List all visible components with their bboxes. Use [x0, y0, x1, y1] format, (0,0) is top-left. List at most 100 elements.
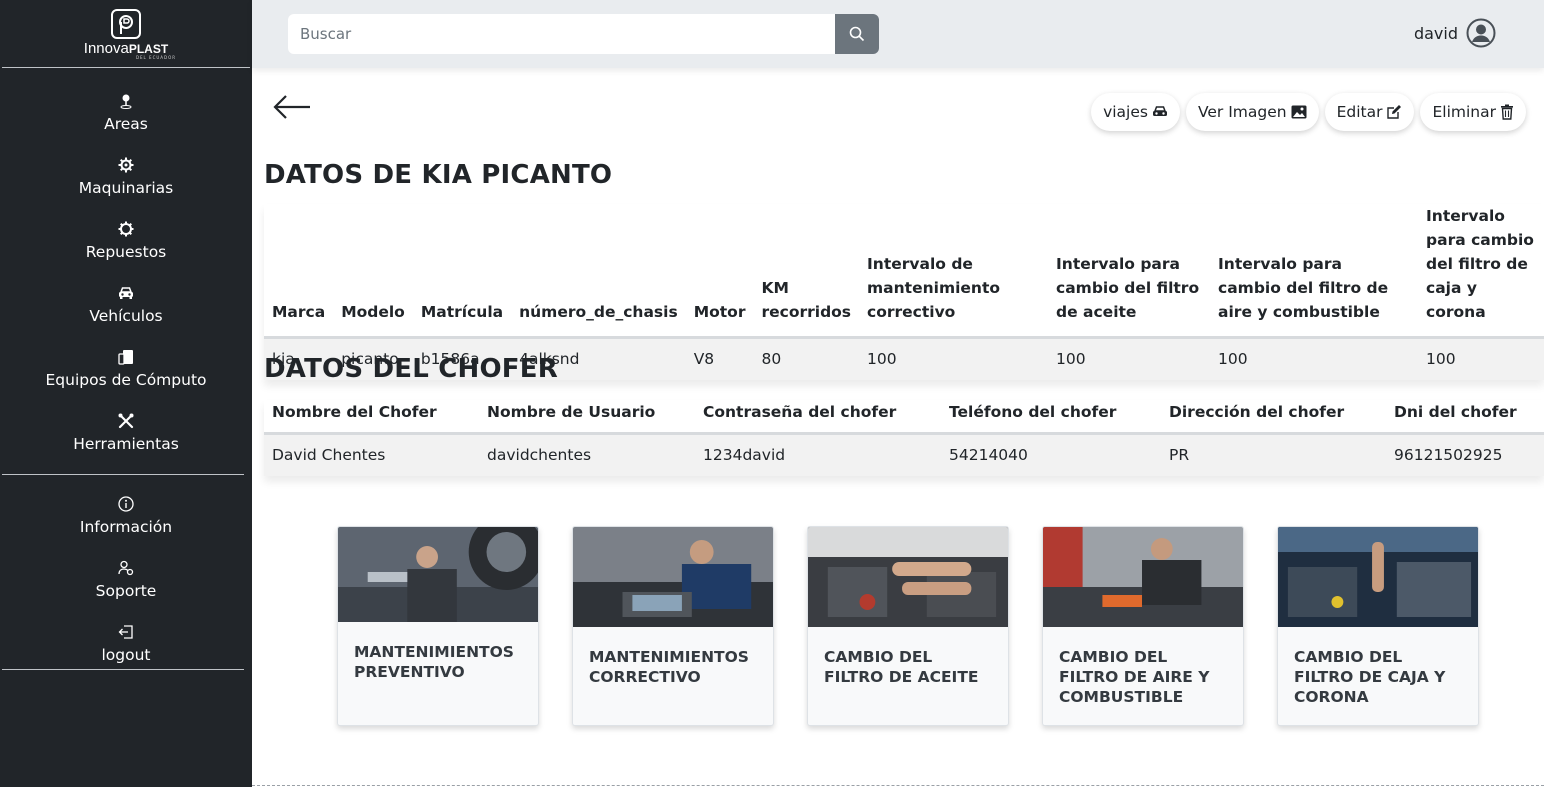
logout-icon: [118, 621, 134, 643]
table-cell: 1234david: [695, 433, 941, 476]
editar-label: Editar: [1336, 103, 1383, 121]
search-group: [288, 14, 879, 54]
card-title: CAMBIO DEL FILTRO DE ACEITE: [824, 648, 979, 686]
card-cambio-filtro-aceite[interactable]: CAMBIO DEL FILTRO DE ACEITE: [807, 526, 1009, 726]
card-cambio-filtro-aire-combustible[interactable]: CAMBIO DEL FILTRO DE AIRE Y COMBUSTIBLE: [1042, 526, 1244, 726]
viajes-label: viajes: [1103, 103, 1148, 121]
sidebar-item-label: Equipos de Cómputo: [45, 371, 207, 389]
sidebar-item-label: Herramientas: [73, 435, 179, 453]
sidebar-divider: [2, 669, 244, 670]
sidebar-item-label: Soporte: [95, 582, 157, 600]
info-icon: [118, 493, 134, 515]
card-mantenimientos-preventivo[interactable]: MANTENIMIENTOS PREVENTIVO: [337, 526, 539, 726]
sidebar-nav: Areas Maquinarias Repuestos Vehículos Eq…: [0, 68, 252, 474]
col-header: Motor: [693, 303, 746, 321]
sidebar-item-areas[interactable]: Areas: [0, 90, 252, 154]
col-header: Nombre de Usuario: [487, 403, 656, 421]
table-cell: David Chentes: [264, 433, 479, 476]
search-input[interactable]: [288, 14, 835, 54]
card-title: MANTENIMIENTOS CORRECTIVO: [589, 648, 749, 686]
table-cell: 80: [753, 337, 860, 380]
table-header-row: Marca Modelo Matrícula número_de_chasis …: [264, 204, 1544, 338]
col-header: Teléfono del chofer: [949, 403, 1117, 421]
card-cambio-filtro-caja-corona[interactable]: CAMBIO DEL FILTRO DE CAJA Y CORONA: [1277, 526, 1479, 726]
arrow-left-icon: [273, 95, 310, 119]
card-image: [338, 527, 538, 622]
card-title: MANTENIMIENTOS PREVENTIVO: [354, 643, 514, 681]
col-header: Dirección del chofer: [1169, 403, 1345, 421]
col-header: Intervalo para cambio del filtro de acei…: [1056, 255, 1200, 321]
sidebar: InnovaPLAST DEL ECUADOR Areas Maquinaria…: [0, 0, 252, 787]
sidebar-item-label: Información: [79, 518, 173, 536]
user-name: david: [1413, 23, 1458, 43]
col-header: número_de_chasis: [519, 303, 678, 321]
sidebar-item-equipos[interactable]: Equipos de Cómputo: [0, 346, 252, 410]
table-cell: PR: [1161, 433, 1386, 476]
action-buttons: viajes Ver Imagen Editar Eliminar: [1091, 93, 1526, 131]
col-header: Intervalo para cambio del filtro de aire…: [1218, 255, 1389, 321]
pin-icon: [119, 90, 133, 112]
table-cell: 54214040: [941, 433, 1161, 476]
table-cell: 100: [1048, 337, 1211, 380]
card-title: CAMBIO DEL FILTRO DE AIRE Y COMBUSTIBLE: [1059, 648, 1210, 706]
page-bottom-divider: [252, 785, 1544, 786]
sidebar-item-label: logout: [101, 646, 151, 664]
user-menu[interactable]: david: [1414, 18, 1496, 48]
vehicle-title: DATOS DE KIA PICANTO: [264, 160, 613, 190]
table-cell: davidchentes: [479, 433, 695, 476]
viajes-button[interactable]: viajes: [1091, 93, 1180, 131]
card-mantenimientos-correctivo[interactable]: MANTENIMIENTOS CORRECTIVO: [572, 526, 774, 726]
table-cell: 100: [859, 337, 1049, 380]
edit-icon: [1387, 105, 1402, 119]
card-image: [1043, 527, 1243, 627]
back-button[interactable]: [272, 92, 312, 122]
gear-icon: [118, 154, 134, 176]
brand-logo[interactable]: InnovaPLAST DEL ECUADOR: [2, 0, 250, 68]
col-header: Intervalo para cambio del filtro de caja…: [1426, 207, 1534, 321]
gear-icon: [118, 218, 134, 240]
avatar-icon: [1466, 18, 1496, 48]
eliminar-button[interactable]: Eliminar: [1420, 93, 1526, 131]
sidebar-item-informacion[interactable]: Información: [0, 493, 252, 557]
top-bar: david: [252, 0, 1544, 68]
eliminar-label: Eliminar: [1432, 103, 1496, 121]
ver-imagen-button[interactable]: Ver Imagen: [1185, 93, 1319, 131]
card-title: CAMBIO DEL FILTRO DE CAJA Y CORONA: [1294, 648, 1446, 706]
sidebar-item-logout[interactable]: logout: [0, 621, 252, 685]
devices-icon: [118, 346, 134, 368]
table-header-row: Nombre del Chofer Nombre de Usuario Cont…: [264, 400, 1544, 434]
brand-sub: DEL ECUADOR: [135, 55, 177, 60]
col-header: Dni del chofer: [1394, 403, 1517, 421]
car-icon: [1152, 106, 1167, 116]
editar-button[interactable]: Editar: [1324, 93, 1415, 131]
col-header: Intervalo de mantenimiento correctivo: [867, 255, 1001, 321]
driver-table: Nombre del Chofer Nombre de Usuario Cont…: [264, 400, 1544, 476]
table-cell: 100: [1210, 337, 1419, 380]
col-header: Marca: [272, 303, 326, 321]
sidebar-item-label: Vehículos: [89, 307, 163, 325]
sidebar-item-label: Maquinarias: [78, 179, 174, 197]
table-row: David Chentes davidchentes 1234david 542…: [264, 433, 1544, 476]
maintenance-cards: MANTENIMIENTOS PREVENTIVO MANTENIMIENTOS…: [337, 526, 1479, 726]
sidebar-item-maquinarias[interactable]: Maquinarias: [0, 154, 252, 218]
col-header: Nombre del Chofer: [272, 403, 437, 421]
table-cell: 96121502925: [1386, 433, 1544, 476]
ver-imagen-label: Ver Imagen: [1197, 103, 1287, 121]
sidebar-nav-secondary: Información Soporte logout: [0, 475, 252, 685]
sidebar-item-vehiculos[interactable]: Vehículos: [0, 282, 252, 346]
image-icon: [1291, 105, 1307, 119]
col-header: KM recorridos: [761, 279, 852, 321]
tools-icon: [117, 410, 135, 432]
card-image: [1278, 527, 1478, 627]
search-button[interactable]: [835, 14, 879, 54]
sidebar-item-repuestos[interactable]: Repuestos: [0, 218, 252, 282]
sidebar-item-herramientas[interactable]: Herramientas: [0, 410, 252, 474]
sidebar-item-label: Repuestos: [85, 243, 167, 261]
sidebar-item-soporte[interactable]: Soporte: [0, 557, 252, 621]
table-cell: 100: [1418, 337, 1544, 380]
col-header: Contraseña del chofer: [703, 403, 897, 421]
car-icon: [118, 282, 134, 304]
driver-table-wrap: Nombre del Chofer Nombre de Usuario Cont…: [264, 400, 1544, 476]
card-image: [808, 527, 1008, 627]
support-icon: [118, 557, 134, 579]
